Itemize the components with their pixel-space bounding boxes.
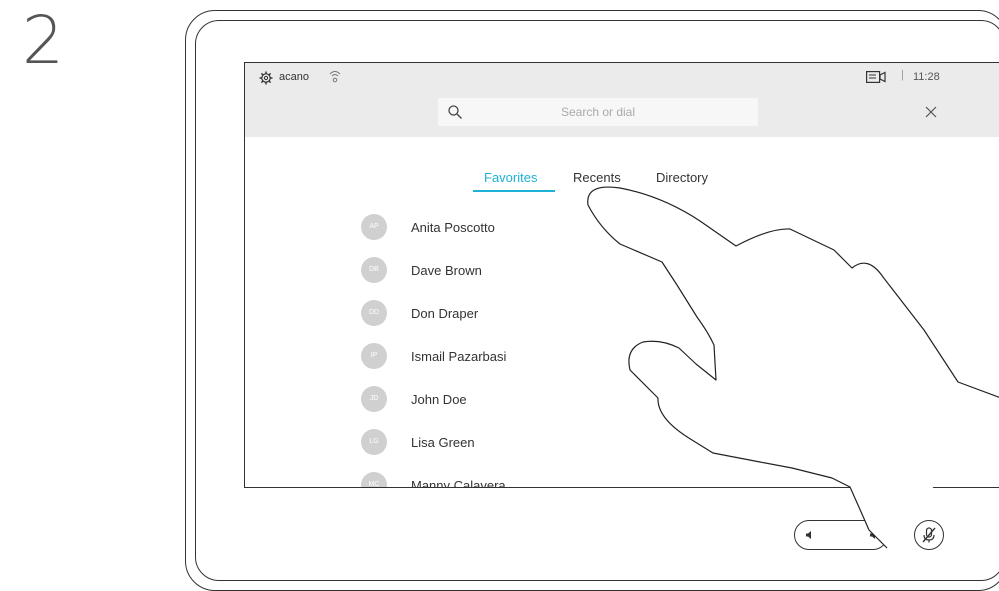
avatar: LG <box>361 429 387 455</box>
tab-directory[interactable]: Directory <box>656 170 708 185</box>
contact-item[interactable]: DB Dave Brown <box>361 257 661 285</box>
avatar: DB <box>361 257 387 283</box>
contact-item[interactable]: IP Ismail Pazarbasi <box>361 343 661 371</box>
microphone-mute-icon <box>922 527 936 543</box>
avatar: DD <box>361 300 387 326</box>
touch-screen: acano | 11:28 Search or dial Favorites R… <box>244 62 999 488</box>
contact-name: Dave Brown <box>411 263 482 278</box>
gear-icon[interactable] <box>259 71 273 85</box>
contact-tabs: Favorites Recents Directory <box>245 170 999 194</box>
microphone-mute-button[interactable] <box>914 520 944 550</box>
step-number: 2 <box>22 2 64 79</box>
volume-control[interactable] <box>794 520 888 550</box>
avatar: IP <box>361 343 387 369</box>
status-bar: acano | 11:28 Search or dial <box>245 63 999 137</box>
contact-name: Lisa Green <box>411 435 475 450</box>
contact-name: Don Draper <box>411 306 479 321</box>
tab-favorites[interactable]: Favorites <box>484 170 537 185</box>
volume-up-icon[interactable] <box>869 530 879 540</box>
search-placeholder: Search or dial <box>560 105 636 119</box>
camera-icon[interactable] <box>866 71 886 83</box>
clock: 11:28 <box>913 71 940 83</box>
volume-down-icon[interactable] <box>805 530 815 540</box>
contact-item[interactable]: DD Don Draper <box>361 300 661 328</box>
contact-item[interactable]: LG Lisa Green <box>361 429 661 457</box>
contact-item[interactable]: MC Manny Calavera <box>361 472 661 488</box>
avatar: MC <box>361 472 387 487</box>
contact-item[interactable]: JD John Doe <box>361 386 661 414</box>
close-icon[interactable] <box>925 106 937 118</box>
search-field[interactable]: Search or dial <box>438 98 758 126</box>
contact-name: Ismail Pazarbasi <box>411 349 507 364</box>
tab-recents[interactable]: Recents <box>573 170 621 185</box>
status-separator: | <box>901 69 904 81</box>
wifi-icon <box>329 71 341 83</box>
contact-name: Anita Poscotto <box>411 220 495 235</box>
avatar: AP <box>361 214 387 240</box>
contact-name: John Doe <box>411 392 467 407</box>
contact-name: Manny Calavera <box>411 478 506 488</box>
system-name: acano <box>279 71 309 83</box>
active-tab-indicator <box>473 190 555 192</box>
contact-item[interactable]: AP Anita Poscotto <box>361 214 661 242</box>
avatar: JD <box>361 386 387 412</box>
